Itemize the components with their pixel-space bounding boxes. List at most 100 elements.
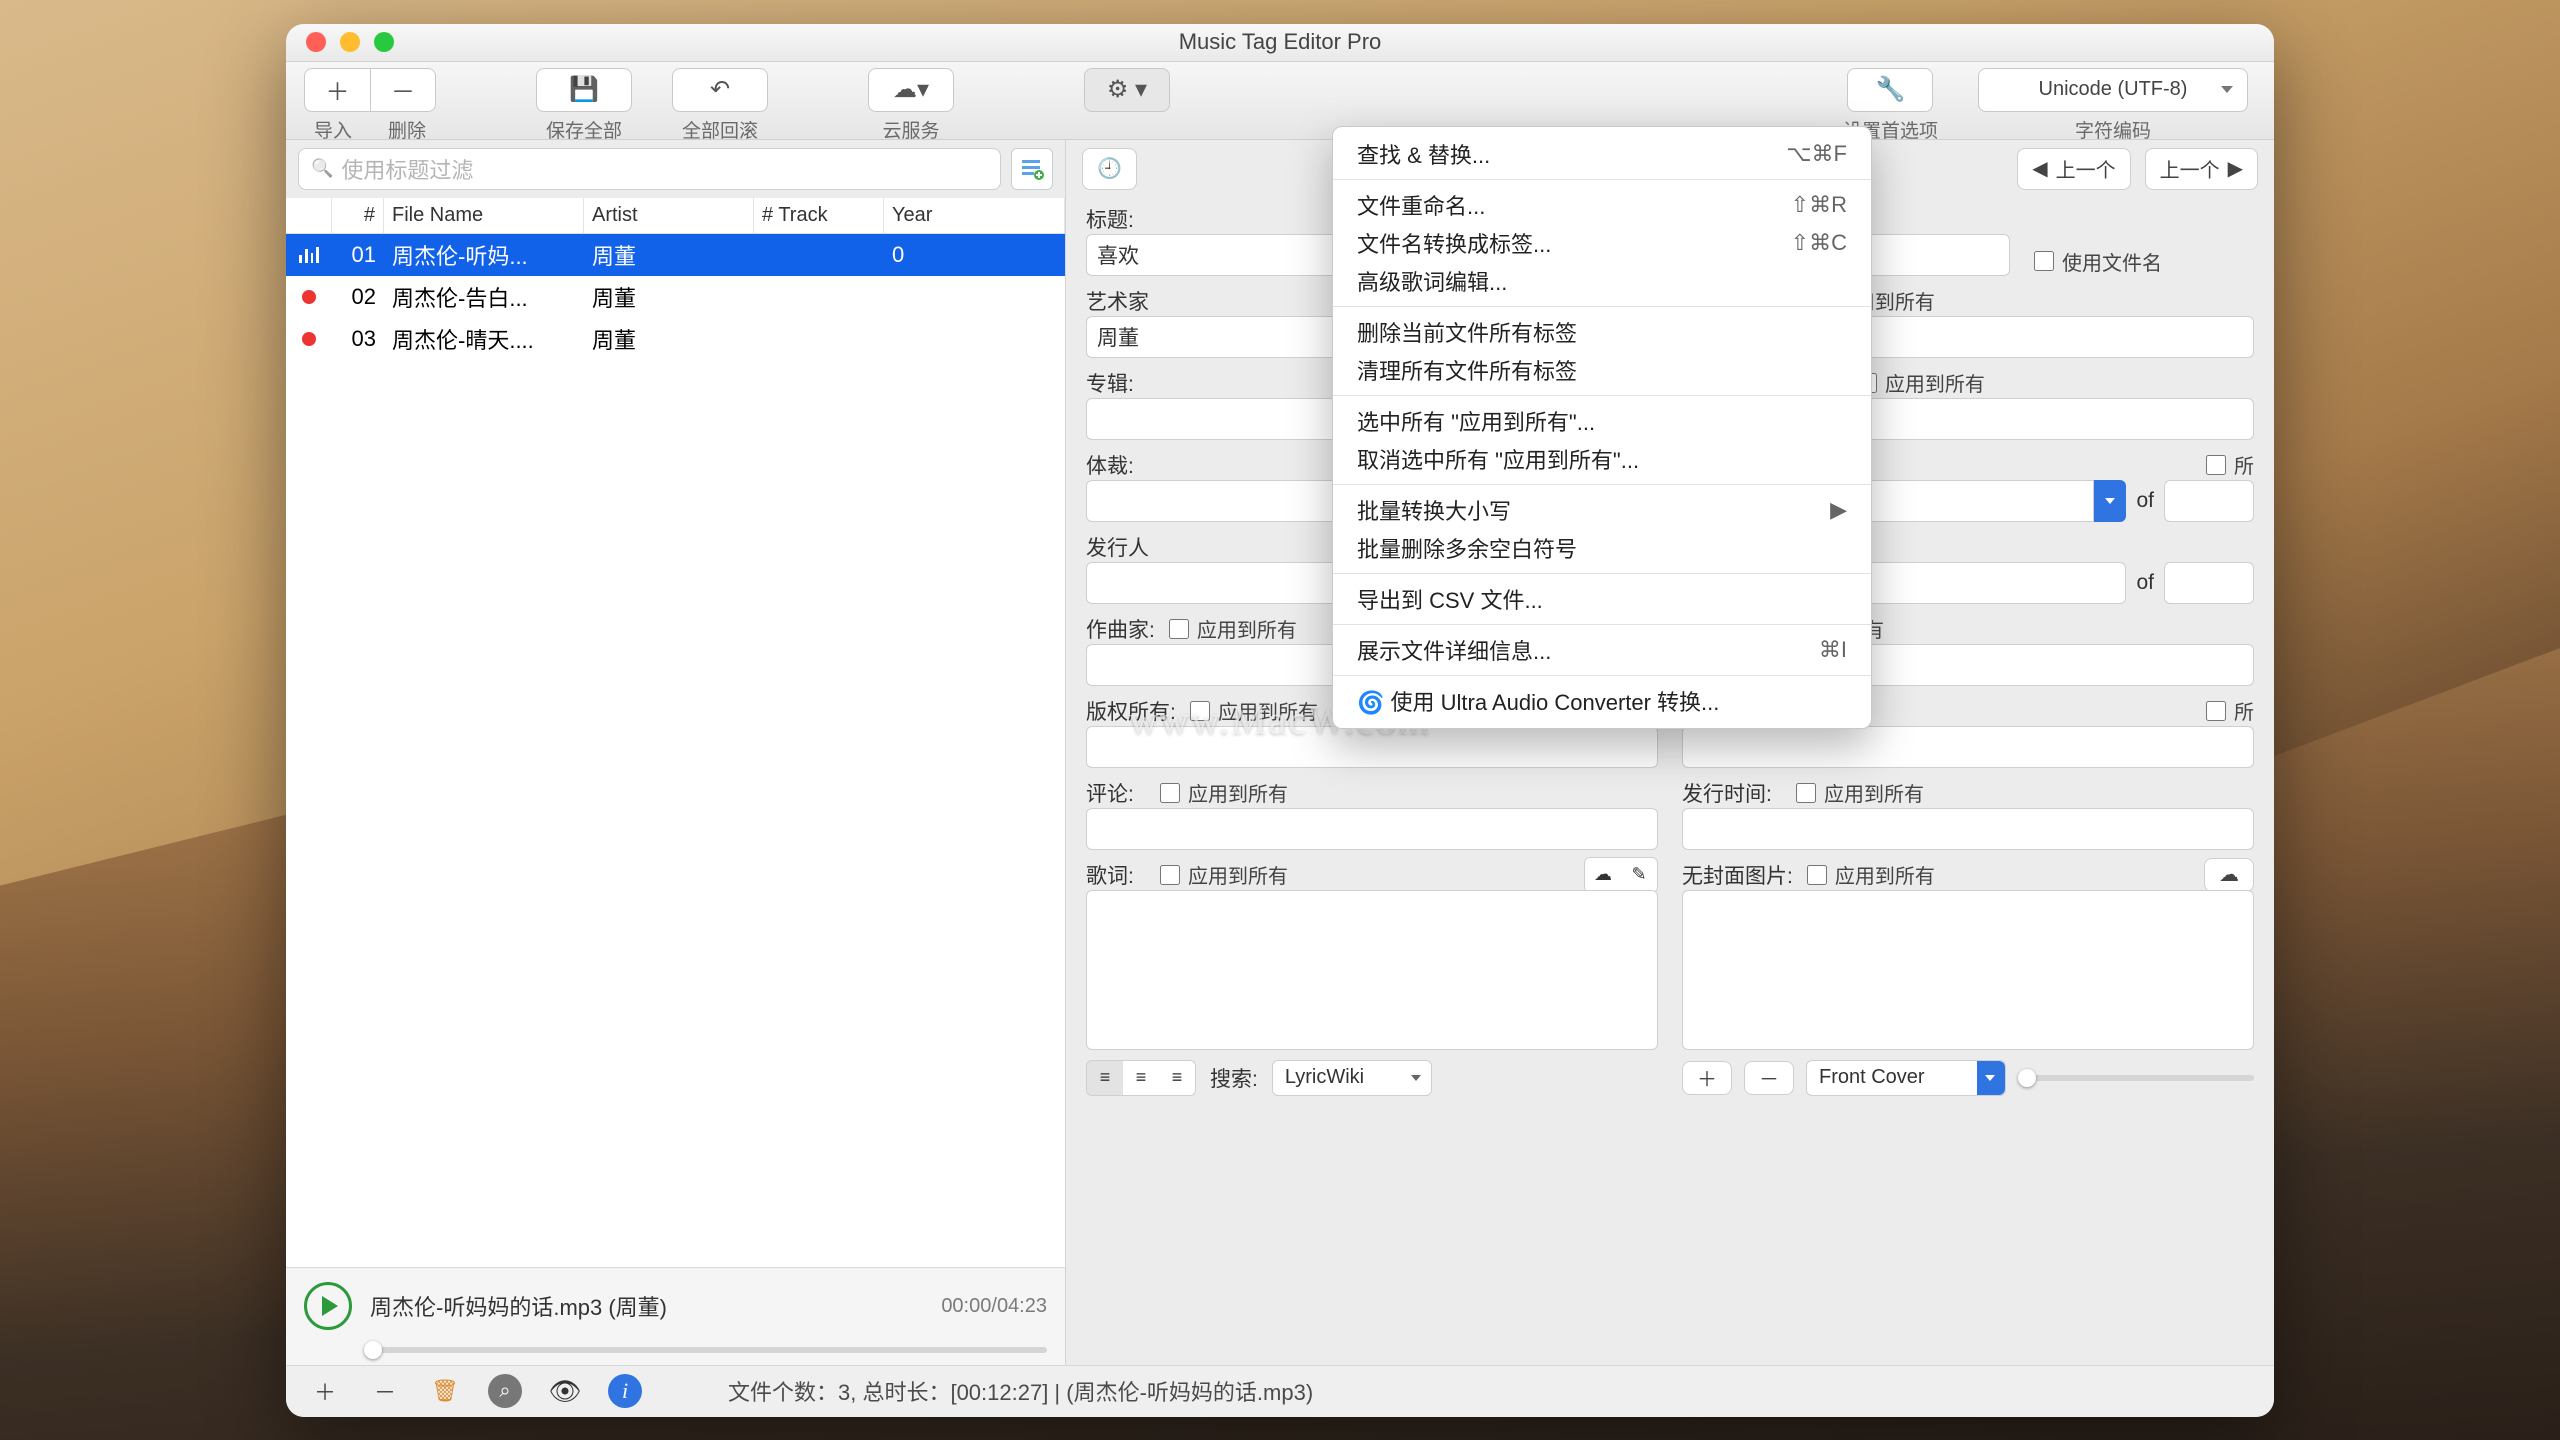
prev-file-button[interactable]: ◀ 上一个: [2017, 148, 2130, 190]
undo-all-label: 全部回滚: [682, 116, 758, 143]
track-applyall[interactable]: 所: [2206, 450, 2254, 479]
menu-del-current-tags[interactable]: 删除当前文件所有标签: [1333, 313, 1871, 351]
menu-export-csv[interactable]: 导出到 CSV 文件...: [1333, 580, 1871, 618]
menu-find-replace[interactable]: 查找 & 替换...⌥⌘F: [1333, 135, 1871, 173]
cover-remove-button[interactable]: －: [1744, 1061, 1794, 1095]
eye-icon[interactable]: 👁: [548, 1374, 582, 1408]
delete-button[interactable]: －: [370, 68, 436, 112]
label-publisher: 发行人: [1086, 532, 1149, 562]
table-row[interactable]: 03周杰伦-晴天....周董: [286, 318, 1065, 360]
player: 周杰伦-听妈妈的话.mp3 (周董) 00:00/04:23: [286, 1267, 1065, 1345]
filter-input[interactable]: 使用标题过滤: [298, 148, 1001, 190]
menu-rename[interactable]: 文件重命名...⇧⌘R: [1333, 186, 1871, 224]
modified-dot-icon: [302, 290, 316, 304]
menu-batch-case[interactable]: 批量转换大小写▶: [1333, 491, 1871, 529]
lyric-provider-select[interactable]: LyricWiki: [1272, 1060, 1432, 1096]
search-status-icon[interactable]: ⌕: [488, 1374, 522, 1408]
release-applyall[interactable]: 应用到所有: [1796, 778, 1924, 807]
menu-clean-all-tags[interactable]: 清理所有文件所有标签: [1333, 351, 1871, 389]
lyrics-textarea[interactable]: [1086, 890, 1658, 1050]
titlebar: Music Tag Editor Pro: [286, 24, 2274, 62]
seek-slider[interactable]: [364, 1347, 1047, 1353]
toolbar: ＋ － 导入 删除 💾 保存全部 ↶ 全部回滚 ☁︎▾ 云服务 ⚙︎ ▾ 🔧: [286, 62, 2274, 140]
align-center-icon[interactable]: ≡: [1123, 1061, 1159, 1095]
undo-all-button[interactable]: ↶: [672, 68, 768, 112]
align-right-icon[interactable]: ≡: [1159, 1061, 1195, 1095]
menu-ultra-converter[interactable]: 🌀 使用 Ultra Audio Converter 转换...: [1333, 682, 1871, 720]
status-text: 文件个数：3, 总时长：[00:12:27] | (周杰伦-听妈妈的话.mp3): [728, 1375, 1313, 1407]
menu-filename-to-tag[interactable]: 文件名转换成标签...⇧⌘C: [1333, 224, 1871, 262]
release-input[interactable]: [1682, 808, 2254, 850]
status-add-button[interactable]: ＋: [308, 1374, 342, 1408]
menu-adv-lyrics[interactable]: 高级歌词编辑...: [1333, 262, 1871, 300]
label-title: 标题:: [1086, 204, 1146, 234]
label-artist: 艺术家: [1086, 286, 1149, 316]
table-row[interactable]: 01周杰伦-听妈...周董0: [286, 234, 1065, 276]
cover-applyall[interactable]: 应用到所有: [1807, 860, 1935, 889]
delete-label: 删除: [388, 116, 426, 143]
lyrics-applyall[interactable]: 应用到所有: [1160, 860, 1288, 889]
cover-size-slider[interactable]: [2018, 1075, 2254, 1081]
copyright-input[interactable]: [1086, 726, 1658, 768]
bpm-applyall[interactable]: 所: [2206, 696, 2254, 725]
encoding-select[interactable]: Unicode (UTF-8): [1978, 68, 2248, 112]
track-total-input[interactable]: [2164, 480, 2254, 522]
col-artist[interactable]: Artist: [584, 198, 754, 233]
trash-icon[interactable]: 🗑: [428, 1374, 462, 1408]
label-copyright: 版权所有:: [1086, 696, 1176, 726]
list-add-icon: [1020, 157, 1044, 181]
label-cover: 无封面图片:: [1682, 860, 1793, 890]
cloud-button[interactable]: ☁︎▾: [868, 68, 954, 112]
info-icon[interactable]: i: [608, 1374, 642, 1408]
menu-file-info[interactable]: 展示文件详细信息...⌘I: [1333, 631, 1871, 669]
player-title: 周杰伦-听妈妈的话.mp3 (周董): [370, 1290, 667, 1322]
table-row[interactable]: 02周杰伦-告白...周董: [286, 276, 1065, 318]
cover-add-button[interactable]: ＋: [1682, 1061, 1732, 1095]
menu-batch-trim[interactable]: 批量删除多余空白符号: [1333, 529, 1871, 567]
use-filename-checkbox[interactable]: 使用文件名: [2034, 247, 2254, 276]
menu-deselect-applyall[interactable]: 取消选中所有 "应用到所有"...: [1333, 440, 1871, 478]
file-table[interactable]: # File Name Artist # Track Year 01周杰伦-听妈…: [286, 198, 1065, 1267]
bpm-input[interactable]: [1682, 726, 2254, 768]
history-button[interactable]: 🕘: [1082, 148, 1137, 190]
app-window: Music Tag Editor Pro ＋ － 导入 删除 💾 保存全部 ↶ …: [286, 24, 2274, 1417]
cover-cloud-button[interactable]: ☁︎: [2204, 858, 2254, 892]
status-remove-button[interactable]: －: [368, 1374, 402, 1408]
import-button[interactable]: ＋: [304, 68, 370, 112]
save-all-label: 保存全部: [546, 116, 622, 143]
cloud-label: 云服务: [882, 116, 939, 143]
import-label: 导入: [314, 116, 352, 143]
align-segmented[interactable]: ≡ ≡ ≡: [1086, 1060, 1196, 1096]
label-comment: 评论:: [1086, 778, 1146, 808]
lyrics-cloud-button[interactable]: ☁︎: [1585, 858, 1621, 892]
col-index[interactable]: #: [332, 198, 384, 233]
label-lyric-search: 搜索:: [1210, 1063, 1258, 1093]
align-left-icon[interactable]: ≡: [1087, 1061, 1123, 1095]
copyright-applyall[interactable]: 应用到所有: [1190, 696, 1318, 725]
save-all-button[interactable]: 💾: [536, 68, 632, 112]
col-track[interactable]: # Track: [754, 198, 884, 233]
lyrics-edit-button[interactable]: ✎: [1621, 858, 1657, 892]
comment-applyall[interactable]: 应用到所有: [1160, 778, 1288, 807]
menu-select-applyall[interactable]: 选中所有 "应用到所有"...: [1333, 402, 1871, 440]
col-year[interactable]: Year: [884, 198, 1065, 233]
filter-add-button[interactable]: [1011, 148, 1053, 190]
track-dropdown[interactable]: [2094, 480, 2126, 522]
next-file-button[interactable]: 上一个 ▶: [2145, 148, 2258, 190]
status-bar: ＋ － 🗑 ⌕ 👁 i 文件个数：3, 总时长：[00:12:27] | (周杰…: [286, 1365, 2274, 1417]
label-lyrics: 歌词:: [1086, 860, 1146, 890]
cover-type-select[interactable]: Front Cover: [1806, 1060, 2006, 1096]
gear-dropdown-menu: 查找 & 替换...⌥⌘F 文件重命名...⇧⌘R 文件名转换成标签...⇧⌘C…: [1332, 126, 1872, 729]
cover-dropzone[interactable]: [1682, 890, 2254, 1050]
disc-total-input[interactable]: [2164, 562, 2254, 604]
year-applyall[interactable]: 应用到所有: [1857, 368, 1985, 397]
label-album: 专辑:: [1086, 368, 1146, 398]
label-genre: 体裁:: [1086, 450, 1146, 480]
label-release: 发行时间:: [1682, 778, 1782, 808]
col-filename[interactable]: File Name: [384, 198, 584, 233]
comment-input[interactable]: [1086, 808, 1658, 850]
preferences-button[interactable]: 🔧: [1847, 68, 1933, 112]
gear-menu-button[interactable]: ⚙︎ ▾: [1084, 68, 1170, 112]
composer-applyall[interactable]: 应用到所有: [1169, 614, 1297, 643]
play-button[interactable]: [304, 1282, 352, 1330]
